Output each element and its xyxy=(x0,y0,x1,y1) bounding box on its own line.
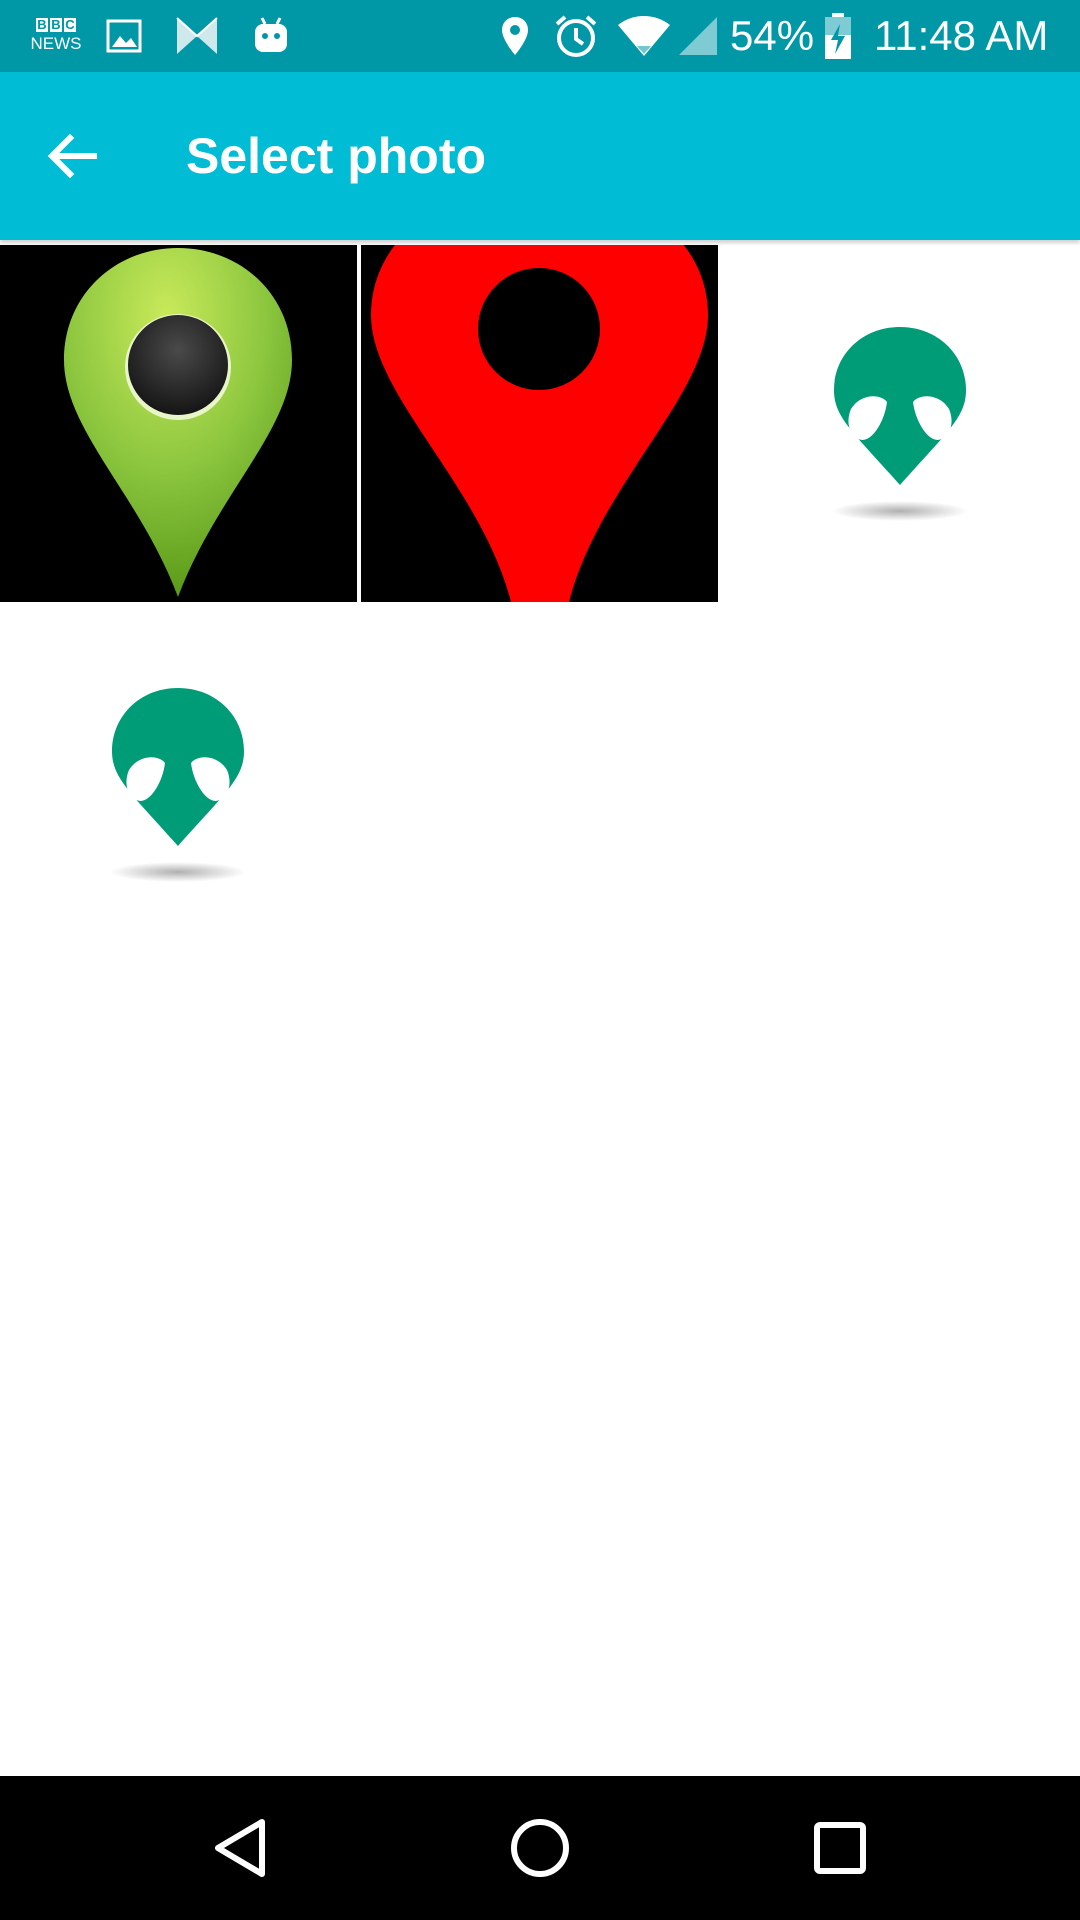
back-triangle-icon xyxy=(215,1819,265,1877)
bbc-news-label: NEWS xyxy=(30,34,82,53)
bbc-letter: C xyxy=(64,17,76,32)
gallery-icon xyxy=(104,12,144,60)
battery-percentage: 54% xyxy=(730,12,815,59)
red-map-pin-image xyxy=(361,245,718,602)
bbc-news-icon: B B C NEWS xyxy=(26,12,86,60)
recents-square-icon xyxy=(814,1822,866,1874)
home-circle-icon xyxy=(511,1819,569,1877)
photo-tile-red-pin[interactable] xyxy=(361,245,718,602)
photo-tile-alien-marker[interactable] xyxy=(0,606,357,963)
app-bar: Select photo xyxy=(0,72,1080,240)
alien-marker-image xyxy=(0,606,357,963)
alarm-icon xyxy=(552,12,600,60)
page-title: Select photo xyxy=(186,128,487,184)
android-icon xyxy=(250,12,292,60)
status-bar: B B C NEWS 54% 11:48 AM xyxy=(0,0,1080,72)
wifi-icon xyxy=(616,12,672,60)
clock-time: 11:48 AM xyxy=(874,12,1049,59)
nav-back-button[interactable] xyxy=(180,1800,300,1896)
photo-tile-alien-marker[interactable] xyxy=(722,245,1079,602)
battery-charging-icon xyxy=(820,12,856,60)
photo-tile-green-pin[interactable] xyxy=(0,245,357,602)
nav-home-button[interactable] xyxy=(480,1800,600,1896)
butterfly-app-icon xyxy=(174,12,220,60)
navigation-bar xyxy=(0,1776,1080,1920)
alien-marker-image xyxy=(722,245,1079,602)
location-icon xyxy=(496,12,534,60)
cell-signal-icon xyxy=(676,12,720,60)
bbc-letter: B xyxy=(36,17,48,32)
bbc-letter: B xyxy=(50,17,62,32)
arrow-back-icon xyxy=(47,133,97,179)
back-button[interactable] xyxy=(24,108,120,204)
nav-recents-button[interactable] xyxy=(780,1800,900,1896)
green-map-pin-image xyxy=(0,245,357,602)
